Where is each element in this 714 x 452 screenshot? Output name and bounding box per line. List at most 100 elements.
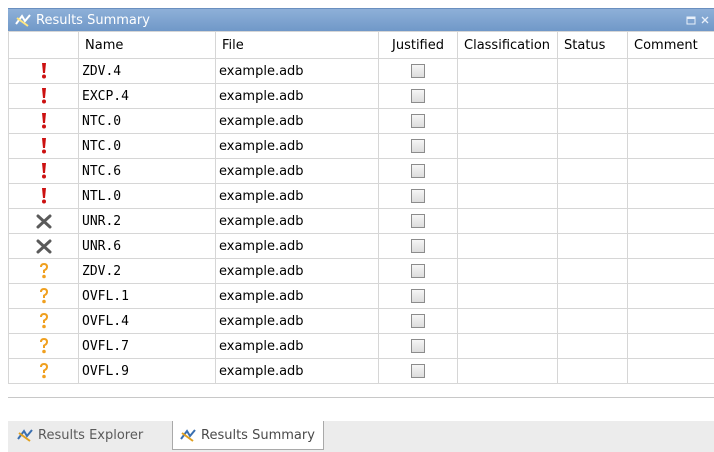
classification-cell[interactable] xyxy=(457,108,558,134)
status-cell[interactable] xyxy=(557,358,628,384)
classification-column-header[interactable]: Classification xyxy=(457,31,558,59)
classification-cell[interactable] xyxy=(457,58,558,84)
status-cell[interactable] xyxy=(557,58,628,84)
comment-cell[interactable] xyxy=(627,58,714,84)
status-cell[interactable] xyxy=(557,308,628,334)
table-row[interactable]: OVFL.4 example.adb xyxy=(8,308,714,334)
justified-checkbox[interactable] xyxy=(411,364,425,378)
comment-cell[interactable] xyxy=(627,108,714,134)
name-cell[interactable]: UNR.2 xyxy=(78,208,216,234)
file-cell[interactable]: example.adb xyxy=(215,83,379,109)
name-cell[interactable]: ZDV.4 xyxy=(78,58,216,84)
file-cell[interactable]: example.adb xyxy=(215,58,379,84)
status-cell[interactable] xyxy=(557,133,628,159)
classification-cell[interactable] xyxy=(457,258,558,284)
comment-cell[interactable] xyxy=(627,358,714,384)
status-cell[interactable] xyxy=(557,158,628,184)
table-row[interactable]: OVFL.1 example.adb xyxy=(8,283,714,309)
comment-cell[interactable] xyxy=(627,333,714,359)
table-row[interactable]: OVFL.9 example.adb xyxy=(8,358,714,384)
table-row[interactable]: NTC.6 example.adb xyxy=(8,158,714,184)
status-cell[interactable] xyxy=(557,233,628,259)
status-cell[interactable] xyxy=(557,283,628,309)
table-row[interactable]: UNR.2 example.adb xyxy=(8,208,714,234)
file-cell[interactable]: example.adb xyxy=(215,233,379,259)
table-row[interactable]: ZDV.4 example.adb xyxy=(8,58,714,84)
restore-icon[interactable] xyxy=(684,13,698,27)
name-cell[interactable]: NTC.0 xyxy=(78,133,216,159)
classification-cell[interactable] xyxy=(457,83,558,109)
comment-column-header[interactable]: Comment xyxy=(627,31,714,59)
classification-cell[interactable] xyxy=(457,358,558,384)
name-cell[interactable]: NTC.0 xyxy=(78,108,216,134)
file-cell[interactable]: example.adb xyxy=(215,158,379,184)
status-column-header[interactable]: Status xyxy=(557,31,628,59)
name-cell[interactable]: NTC.6 xyxy=(78,158,216,184)
classification-cell[interactable] xyxy=(457,308,558,334)
tab-results-summary[interactable]: Results Summary xyxy=(172,421,324,450)
name-cell[interactable]: UNR.6 xyxy=(78,233,216,259)
file-cell[interactable]: example.adb xyxy=(215,333,379,359)
table-row[interactable]: NTC.0 example.adb xyxy=(8,108,714,134)
classification-cell[interactable] xyxy=(457,183,558,209)
icon-column-header[interactable] xyxy=(8,31,79,59)
justified-checkbox[interactable] xyxy=(411,189,425,203)
classification-cell[interactable] xyxy=(457,333,558,359)
classification-cell[interactable] xyxy=(457,233,558,259)
table-row[interactable]: NTL.0 example.adb xyxy=(8,183,714,209)
comment-cell[interactable] xyxy=(627,258,714,284)
file-cell[interactable]: example.adb xyxy=(215,183,379,209)
table-row[interactable]: ZDV.2 example.adb xyxy=(8,258,714,284)
file-cell[interactable]: example.adb xyxy=(215,108,379,134)
status-cell[interactable] xyxy=(557,183,628,209)
justified-checkbox[interactable] xyxy=(411,239,425,253)
status-cell[interactable] xyxy=(557,258,628,284)
comment-cell[interactable] xyxy=(627,133,714,159)
comment-cell[interactable] xyxy=(627,158,714,184)
name-cell[interactable]: EXCP.4 xyxy=(78,83,216,109)
justified-checkbox[interactable] xyxy=(411,289,425,303)
justified-checkbox[interactable] xyxy=(411,314,425,328)
file-cell[interactable]: example.adb xyxy=(215,208,379,234)
classification-cell[interactable] xyxy=(457,133,558,159)
name-cell[interactable]: ZDV.2 xyxy=(78,258,216,284)
name-cell[interactable]: OVFL.4 xyxy=(78,308,216,334)
file-cell[interactable]: example.adb xyxy=(215,283,379,309)
status-cell[interactable] xyxy=(557,333,628,359)
comment-cell[interactable] xyxy=(627,283,714,309)
comment-cell[interactable] xyxy=(627,83,714,109)
classification-cell[interactable] xyxy=(457,283,558,309)
file-column-header[interactable]: File xyxy=(215,31,379,59)
status-cell[interactable] xyxy=(557,208,628,234)
justified-checkbox[interactable] xyxy=(411,64,425,78)
close-icon[interactable] xyxy=(698,13,712,27)
comment-cell[interactable] xyxy=(627,183,714,209)
justified-checkbox[interactable] xyxy=(411,164,425,178)
justified-column-header[interactable]: Justified xyxy=(378,31,458,59)
file-cell[interactable]: example.adb xyxy=(215,133,379,159)
name-cell[interactable]: OVFL.1 xyxy=(78,283,216,309)
name-cell[interactable]: NTL.0 xyxy=(78,183,216,209)
table-row[interactable]: UNR.6 example.adb xyxy=(8,233,714,259)
status-cell[interactable] xyxy=(557,83,628,109)
justified-checkbox[interactable] xyxy=(411,114,425,128)
table-row[interactable]: EXCP.4 example.adb xyxy=(8,83,714,109)
justified-checkbox[interactable] xyxy=(411,139,425,153)
classification-cell[interactable] xyxy=(457,158,558,184)
file-cell[interactable]: example.adb xyxy=(215,358,379,384)
comment-cell[interactable] xyxy=(627,208,714,234)
comment-cell[interactable] xyxy=(627,233,714,259)
justified-checkbox[interactable] xyxy=(411,339,425,353)
table-row[interactable]: OVFL.7 example.adb xyxy=(8,333,714,359)
justified-checkbox[interactable] xyxy=(411,89,425,103)
classification-cell[interactable] xyxy=(457,208,558,234)
file-cell[interactable]: example.adb xyxy=(215,258,379,284)
tab-results-explorer[interactable]: Results Explorer xyxy=(16,421,143,449)
file-cell[interactable]: example.adb xyxy=(215,308,379,334)
table-row[interactable]: NTC.0 example.adb xyxy=(8,133,714,159)
comment-cell[interactable] xyxy=(627,308,714,334)
name-cell[interactable]: OVFL.7 xyxy=(78,333,216,359)
status-cell[interactable] xyxy=(557,108,628,134)
justified-checkbox[interactable] xyxy=(411,214,425,228)
justified-checkbox[interactable] xyxy=(411,264,425,278)
